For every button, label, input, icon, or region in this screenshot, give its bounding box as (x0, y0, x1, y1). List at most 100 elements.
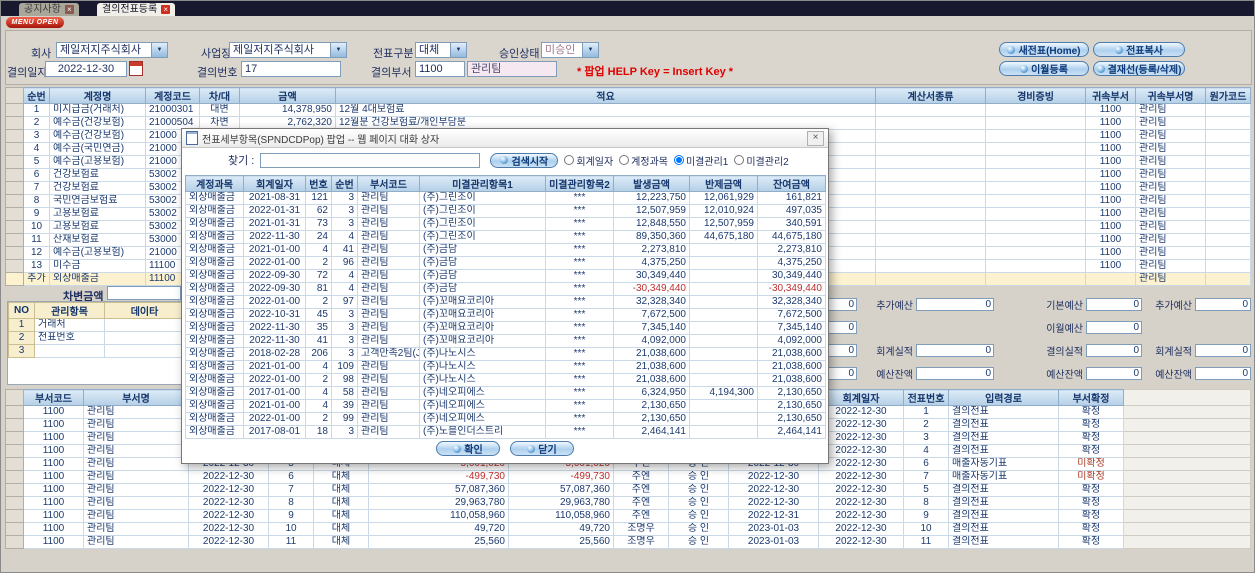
close-button[interactable]: 닫기 (510, 441, 574, 456)
cell[interactable] (875, 233, 986, 247)
cell[interactable]: 관리팀 (1135, 181, 1206, 195)
cell[interactable] (1085, 272, 1136, 286)
cell[interactable] (689, 295, 758, 309)
cell[interactable]: (주)꼬매요코리아 (419, 334, 546, 348)
radio-input[interactable] (673, 155, 684, 165)
row-selector[interactable] (5, 418, 24, 432)
cell[interactable]: 관리팀 (83, 457, 189, 471)
cell[interactable]: *** (545, 204, 614, 218)
cell[interactable]: 12월 4대보험료 (335, 103, 876, 117)
cell[interactable] (875, 272, 986, 286)
cell[interactable] (875, 259, 986, 273)
cell[interactable]: 외상매출금 (185, 256, 244, 270)
cell[interactable]: 미수금 (49, 259, 146, 273)
cell[interactable] (985, 207, 1086, 221)
cell[interactable]: 대변 (199, 103, 240, 117)
cell[interactable]: 대체 (313, 470, 369, 484)
cell[interactable]: 1100 (1085, 103, 1136, 117)
chevron-down-icon[interactable]: ▼ (151, 43, 167, 57)
cell[interactable] (985, 272, 1086, 286)
cell[interactable]: 2022-12-30 (818, 457, 904, 471)
cell[interactable]: 12,507,959 (613, 204, 690, 218)
cell[interactable]: 관리팀 (83, 522, 189, 536)
cell[interactable] (104, 331, 185, 345)
cell[interactable]: 44,675,180 (689, 230, 758, 244)
cell[interactable]: 3 (331, 204, 358, 218)
cell[interactable]: 대체 (313, 509, 369, 523)
cell[interactable]: 2022-09-30 (243, 282, 306, 296)
cell[interactable]: 30,349,440 (757, 269, 826, 283)
cell[interactable]: 1 (903, 405, 949, 419)
cell[interactable] (875, 116, 986, 130)
cell[interactable]: 32,328,340 (757, 295, 826, 309)
tab-notice[interactable]: 공지사항 × (19, 3, 79, 16)
cell[interactable]: 5 (903, 483, 949, 497)
cell[interactable]: 결의전표 (948, 509, 1059, 523)
cell[interactable]: 외상매출금 (185, 230, 244, 244)
cell[interactable]: 9 (23, 207, 50, 221)
cell[interactable]: 1100 (1085, 233, 1136, 247)
cell[interactable]: 11 (903, 535, 949, 549)
cell[interactable] (875, 155, 986, 169)
cell[interactable]: 외상매출금 (185, 308, 244, 322)
cell[interactable]: (주)나노시스 (419, 373, 546, 387)
row-selector[interactable] (5, 496, 24, 510)
cell[interactable]: 21000301 (145, 103, 200, 117)
cell[interactable]: 주엔 (613, 470, 669, 484)
cell[interactable]: 57,087,360 (368, 483, 509, 497)
cell[interactable]: 확정 (1058, 431, 1124, 445)
cell[interactable]: 주엔 (613, 496, 669, 510)
cell[interactable]: 4 (331, 269, 358, 283)
cell[interactable]: 고용보험료 (49, 220, 146, 234)
cell[interactable]: 1100 (23, 405, 84, 419)
cell[interactable] (985, 103, 1086, 117)
row-selector[interactable] (5, 509, 24, 523)
dept-slip-row[interactable]: 1100 관리팀 2022-12-30 7 대체 57,087,360 57,087,360… (5, 483, 1251, 497)
cell[interactable]: 3 (23, 129, 50, 143)
cell[interactable]: 2023-01-03 (728, 535, 819, 549)
row-selector[interactable] (5, 470, 24, 484)
slip-date-input[interactable]: 2022-12-30 (45, 61, 127, 77)
management-item-row[interactable]: 3 (8, 344, 185, 358)
cell[interactable] (985, 246, 1086, 260)
cell[interactable]: 관리팀 (357, 269, 420, 283)
cell[interactable]: *** (545, 321, 614, 335)
open-item-row[interactable]: 외상매출금 2022-01-00 2 97 관리팀 (주)꼬매요코리아 *** 32,328,… (185, 295, 826, 309)
cell[interactable]: (주)네오피에스 (419, 412, 546, 426)
cell[interactable]: 1100 (23, 470, 84, 484)
row-selector[interactable] (5, 142, 24, 156)
cell[interactable]: *** (545, 256, 614, 270)
cell[interactable]: 관리팀 (357, 321, 420, 335)
cell[interactable]: 관리팀 (83, 496, 189, 510)
cell[interactable]: 12,848,550 (613, 217, 690, 231)
cell[interactable]: 관리팀 (1135, 233, 1206, 247)
slip-line-row[interactable]: 1 미지급금(거래처) 21000301 대변 14,378,950 12월 4대보험료 1… (5, 103, 1251, 117)
cell[interactable] (1205, 155, 1251, 169)
cell[interactable]: 1100 (1085, 220, 1136, 234)
cell[interactable]: 관리팀 (1135, 168, 1206, 182)
cell[interactable]: 관리팀 (1135, 129, 1206, 143)
cell[interactable] (985, 155, 1086, 169)
cell[interactable]: 관리팀 (357, 399, 420, 413)
cell[interactable]: 2022-01-00 (243, 373, 306, 387)
cell[interactable]: 206 (305, 347, 332, 361)
cell[interactable]: 1100 (1085, 129, 1136, 143)
cell[interactable]: (주)그린조이 (419, 217, 546, 231)
filter-radio-회계일자[interactable]: 회계일자 (564, 153, 613, 168)
cell[interactable]: 거래처 (34, 318, 105, 332)
cell[interactable]: 2 (305, 256, 332, 270)
cell[interactable]: 3 (331, 191, 358, 205)
cell[interactable]: 12,507,959 (689, 217, 758, 231)
cell[interactable]: 2022-12-30 (728, 470, 819, 484)
row-selector[interactable] (5, 220, 24, 234)
cell[interactable]: 1100 (1085, 181, 1136, 195)
cell[interactable]: 44,675,180 (757, 230, 826, 244)
cell[interactable]: 110,058,960 (368, 509, 509, 523)
cell[interactable]: 관리팀 (83, 431, 189, 445)
row-selector[interactable] (5, 457, 24, 471)
carryover-register-button[interactable]: 이월등록 (999, 61, 1089, 76)
cell[interactable]: 외상매출금 (185, 386, 244, 400)
cell[interactable]: 57,087,360 (508, 483, 614, 497)
cell[interactable]: 161,821 (757, 191, 826, 205)
cell[interactable]: (주)네오피에스 (419, 399, 546, 413)
